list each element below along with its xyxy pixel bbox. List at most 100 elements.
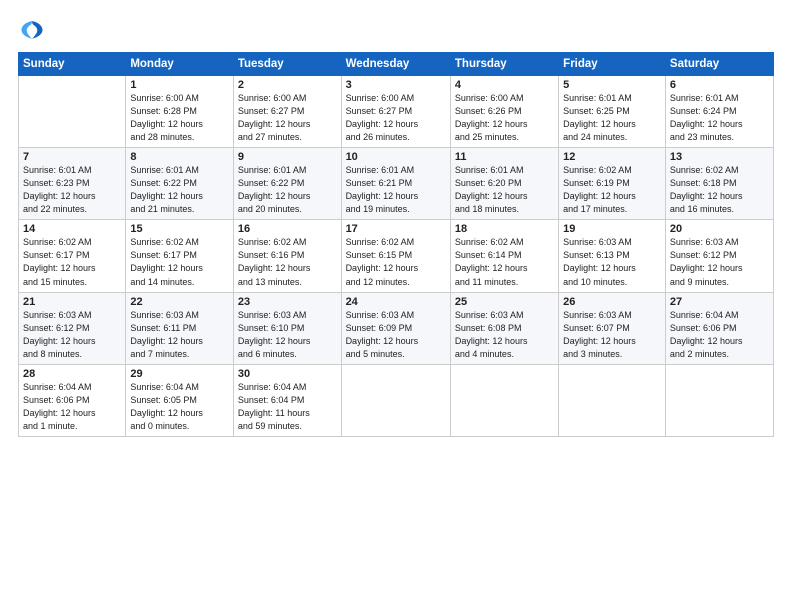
weekday-header: Saturday — [665, 53, 773, 76]
day-info: Sunrise: 6:03 AM Sunset: 6:12 PM Dayligh… — [23, 309, 121, 361]
calendar-cell: 28Sunrise: 6:04 AM Sunset: 6:06 PM Dayli… — [19, 364, 126, 436]
header — [18, 16, 774, 44]
day-number: 22 — [130, 296, 229, 308]
day-number: 30 — [238, 368, 337, 380]
calendar-cell — [341, 364, 450, 436]
calendar-cell: 25Sunrise: 6:03 AM Sunset: 6:08 PM Dayli… — [450, 292, 558, 364]
day-number: 18 — [455, 223, 554, 235]
day-number: 25 — [455, 296, 554, 308]
weekday-header: Tuesday — [233, 53, 341, 76]
day-number: 16 — [238, 223, 337, 235]
day-info: Sunrise: 6:00 AM Sunset: 6:27 PM Dayligh… — [238, 92, 337, 144]
page: SundayMondayTuesdayWednesdayThursdayFrid… — [0, 0, 792, 612]
calendar-cell — [665, 364, 773, 436]
calendar-week-row: 21Sunrise: 6:03 AM Sunset: 6:12 PM Dayli… — [19, 292, 774, 364]
day-number: 24 — [346, 296, 446, 308]
day-info: Sunrise: 6:01 AM Sunset: 6:23 PM Dayligh… — [23, 164, 121, 216]
day-info: Sunrise: 6:01 AM Sunset: 6:24 PM Dayligh… — [670, 92, 769, 144]
calendar-cell: 18Sunrise: 6:02 AM Sunset: 6:14 PM Dayli… — [450, 220, 558, 292]
weekday-header: Sunday — [19, 53, 126, 76]
calendar-cell: 12Sunrise: 6:02 AM Sunset: 6:19 PM Dayli… — [559, 148, 666, 220]
day-number: 19 — [563, 223, 661, 235]
calendar-cell: 3Sunrise: 6:00 AM Sunset: 6:27 PM Daylig… — [341, 76, 450, 148]
day-number: 7 — [23, 151, 121, 163]
day-number: 15 — [130, 223, 229, 235]
day-number: 9 — [238, 151, 337, 163]
day-number: 29 — [130, 368, 229, 380]
calendar-cell: 9Sunrise: 6:01 AM Sunset: 6:22 PM Daylig… — [233, 148, 341, 220]
calendar-cell: 30Sunrise: 6:04 AM Sunset: 6:04 PM Dayli… — [233, 364, 341, 436]
calendar-cell: 7Sunrise: 6:01 AM Sunset: 6:23 PM Daylig… — [19, 148, 126, 220]
day-number: 21 — [23, 296, 121, 308]
calendar-cell: 24Sunrise: 6:03 AM Sunset: 6:09 PM Dayli… — [341, 292, 450, 364]
day-info: Sunrise: 6:03 AM Sunset: 6:11 PM Dayligh… — [130, 309, 229, 361]
calendar-cell: 10Sunrise: 6:01 AM Sunset: 6:21 PM Dayli… — [341, 148, 450, 220]
calendar-cell: 6Sunrise: 6:01 AM Sunset: 6:24 PM Daylig… — [665, 76, 773, 148]
day-info: Sunrise: 6:01 AM Sunset: 6:22 PM Dayligh… — [238, 164, 337, 216]
day-info: Sunrise: 6:02 AM Sunset: 6:17 PM Dayligh… — [130, 236, 229, 288]
day-info: Sunrise: 6:03 AM Sunset: 6:07 PM Dayligh… — [563, 309, 661, 361]
calendar: SundayMondayTuesdayWednesdayThursdayFrid… — [18, 52, 774, 437]
day-info: Sunrise: 6:03 AM Sunset: 6:10 PM Dayligh… — [238, 309, 337, 361]
day-info: Sunrise: 6:00 AM Sunset: 6:28 PM Dayligh… — [130, 92, 229, 144]
day-info: Sunrise: 6:02 AM Sunset: 6:15 PM Dayligh… — [346, 236, 446, 288]
calendar-cell: 29Sunrise: 6:04 AM Sunset: 6:05 PM Dayli… — [126, 364, 234, 436]
day-info: Sunrise: 6:01 AM Sunset: 6:20 PM Dayligh… — [455, 164, 554, 216]
calendar-cell: 5Sunrise: 6:01 AM Sunset: 6:25 PM Daylig… — [559, 76, 666, 148]
weekday-header-row: SundayMondayTuesdayWednesdayThursdayFrid… — [19, 53, 774, 76]
day-number: 8 — [130, 151, 229, 163]
day-info: Sunrise: 6:02 AM Sunset: 6:18 PM Dayligh… — [670, 164, 769, 216]
day-number: 1 — [130, 79, 229, 91]
day-number: 28 — [23, 368, 121, 380]
day-info: Sunrise: 6:01 AM Sunset: 6:25 PM Dayligh… — [563, 92, 661, 144]
calendar-cell: 11Sunrise: 6:01 AM Sunset: 6:20 PM Dayli… — [450, 148, 558, 220]
weekday-header: Friday — [559, 53, 666, 76]
calendar-cell — [559, 364, 666, 436]
day-number: 23 — [238, 296, 337, 308]
day-number: 6 — [670, 79, 769, 91]
calendar-cell: 8Sunrise: 6:01 AM Sunset: 6:22 PM Daylig… — [126, 148, 234, 220]
calendar-cell: 17Sunrise: 6:02 AM Sunset: 6:15 PM Dayli… — [341, 220, 450, 292]
calendar-week-row: 28Sunrise: 6:04 AM Sunset: 6:06 PM Dayli… — [19, 364, 774, 436]
day-info: Sunrise: 6:03 AM Sunset: 6:12 PM Dayligh… — [670, 236, 769, 288]
calendar-cell — [450, 364, 558, 436]
day-number: 5 — [563, 79, 661, 91]
weekday-header: Wednesday — [341, 53, 450, 76]
day-number: 2 — [238, 79, 337, 91]
day-number: 14 — [23, 223, 121, 235]
day-info: Sunrise: 6:03 AM Sunset: 6:08 PM Dayligh… — [455, 309, 554, 361]
day-number: 26 — [563, 296, 661, 308]
day-info: Sunrise: 6:04 AM Sunset: 6:06 PM Dayligh… — [670, 309, 769, 361]
day-number: 4 — [455, 79, 554, 91]
calendar-week-row: 14 Sunrise: 6:02 AM Sunset: 6:17 PM Dayli… — [19, 220, 774, 292]
day-info: Sunrise: 6:02 AM Sunset: 6:19 PM Dayligh… — [563, 164, 661, 216]
day-info: Sunrise: 6:01 AM Sunset: 6:21 PM Dayligh… — [346, 164, 446, 216]
calendar-cell: 2Sunrise: 6:00 AM Sunset: 6:27 PM Daylig… — [233, 76, 341, 148]
day-info: Sunrise: 6:00 AM Sunset: 6:27 PM Dayligh… — [346, 92, 446, 144]
calendar-cell: 15Sunrise: 6:02 AM Sunset: 6:17 PM Dayli… — [126, 220, 234, 292]
day-info: Sunrise: 6:00 AM Sunset: 6:26 PM Dayligh… — [455, 92, 554, 144]
day-info: Sunrise: 6:01 AM Sunset: 6:22 PM Dayligh… — [130, 164, 229, 216]
calendar-cell: 27Sunrise: 6:04 AM Sunset: 6:06 PM Dayli… — [665, 292, 773, 364]
day-number: 3 — [346, 79, 446, 91]
weekday-header: Monday — [126, 53, 234, 76]
day-info: Sunrise: 6:02 AM Sunset: 6:16 PM Dayligh… — [238, 236, 337, 288]
day-info: Sunrise: 6:02 AM Sunset: 6:14 PM Dayligh… — [455, 236, 554, 288]
logo-icon — [18, 16, 46, 44]
calendar-cell: 20Sunrise: 6:03 AM Sunset: 6:12 PM Dayli… — [665, 220, 773, 292]
calendar-cell: 22Sunrise: 6:03 AM Sunset: 6:11 PM Dayli… — [126, 292, 234, 364]
calendar-cell — [19, 76, 126, 148]
day-number: 13 — [670, 151, 769, 163]
day-number: 17 — [346, 223, 446, 235]
calendar-cell: 4Sunrise: 6:00 AM Sunset: 6:26 PM Daylig… — [450, 76, 558, 148]
logo — [18, 16, 50, 44]
day-info: Sunrise: 6:03 AM Sunset: 6:13 PM Dayligh… — [563, 236, 661, 288]
calendar-week-row: 7Sunrise: 6:01 AM Sunset: 6:23 PM Daylig… — [19, 148, 774, 220]
calendar-cell: 19Sunrise: 6:03 AM Sunset: 6:13 PM Dayli… — [559, 220, 666, 292]
day-number: 10 — [346, 151, 446, 163]
day-number: 27 — [670, 296, 769, 308]
calendar-cell: 14Sunrise: 6:02 AM Sunset: 6:17 PM Dayli… — [19, 220, 126, 292]
weekday-header: Thursday — [450, 53, 558, 76]
calendar-cell: 23Sunrise: 6:03 AM Sunset: 6:10 PM Dayli… — [233, 292, 341, 364]
calendar-cell: 21Sunrise: 6:03 AM Sunset: 6:12 PM Dayli… — [19, 292, 126, 364]
